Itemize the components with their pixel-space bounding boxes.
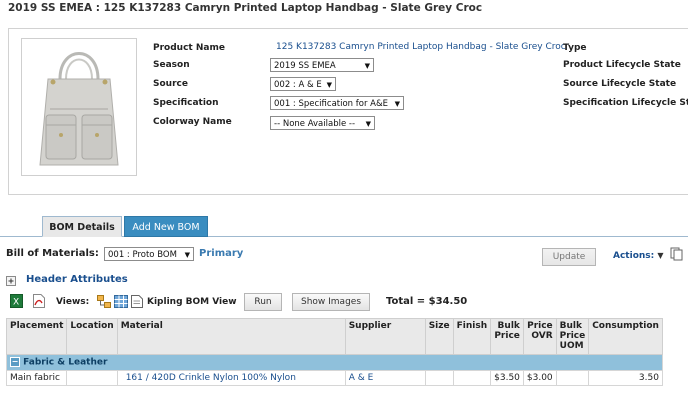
source-select[interactable]: 002 : A & E ▼: [270, 77, 336, 91]
dropdown-arrow-icon: ▼: [364, 62, 370, 70]
source-label: Source: [153, 79, 188, 89]
col-placement[interactable]: Placement: [5, 318, 68, 355]
tab-bom-details[interactable]: BOM Details: [42, 216, 122, 237]
group-row-fabric-leather[interactable]: − Fabric & Leather: [6, 354, 663, 371]
source-select-value: 002 : A & E: [274, 80, 322, 90]
table-row[interactable]: Main fabric 161 / 420D Crinkle Nylon 100…: [5, 369, 663, 386]
view-grid-icon[interactable]: [114, 295, 128, 311]
pdf-export-icon[interactable]: [33, 294, 45, 311]
col-consumption[interactable]: Consumption: [588, 318, 663, 355]
copy-page-icon[interactable]: [670, 247, 684, 264]
bom-select-value: 001 : Proto BOM: [108, 250, 177, 260]
material-link[interactable]: 161 / 420D Crinkle Nylon 100% Nylon: [126, 373, 296, 383]
cell-finish: [452, 369, 492, 386]
primary-label: Primary: [199, 248, 244, 259]
handbag-image: [39, 52, 119, 166]
table-header-row: Placement Location Material Supplier Siz…: [5, 318, 663, 355]
tab-add-new-bom[interactable]: Add New BOM: [124, 216, 208, 237]
dropdown-arrow-icon: ▼: [184, 251, 190, 259]
bom-total: Total = $34.50: [386, 296, 468, 307]
cell-location: [66, 369, 118, 386]
col-finish[interactable]: Finish: [452, 318, 492, 355]
view-tree-icon[interactable]: [97, 295, 111, 311]
colorway-label: Colorway Name: [153, 117, 232, 127]
actions-menu[interactable]: Actions: ▼: [613, 251, 664, 261]
cell-supplier[interactable]: A & E: [344, 369, 426, 386]
colorway-select[interactable]: -- None Available -- ▼: [270, 116, 375, 130]
col-size[interactable]: Size: [424, 318, 454, 355]
show-images-button[interactable]: Show Images: [292, 293, 370, 311]
selected-view-name: Kipling BOM View: [147, 297, 237, 307]
excel-export-icon[interactable]: X: [10, 294, 23, 311]
col-supplier[interactable]: Supplier: [344, 318, 426, 355]
expand-plus-icon[interactable]: [6, 276, 16, 289]
cell-bulk-price: $3.50: [490, 369, 524, 386]
colorway-select-value: -- None Available --: [274, 119, 356, 129]
specification-lifecycle-label: Specification Lifecycle State: [563, 98, 688, 108]
header-attributes-link[interactable]: Header Attributes: [26, 274, 128, 285]
col-material[interactable]: Material: [116, 318, 346, 355]
cell-consumption: 3.50: [588, 369, 663, 386]
run-button[interactable]: Run: [244, 293, 282, 311]
cell-size: [424, 369, 454, 386]
bom-table: Placement Location Material Supplier Siz…: [5, 318, 663, 386]
cell-material[interactable]: 161 / 420D Crinkle Nylon 100% Nylon: [116, 369, 346, 386]
product-name-label: Product Name: [153, 43, 225, 53]
cell-placement: Main fabric: [5, 369, 68, 386]
page-title: 2019 SS EMEA : 125 K137283 Camryn Printe…: [8, 2, 483, 14]
col-price-ovr[interactable]: Price OVR: [522, 318, 557, 355]
col-bulk-price-uom[interactable]: Bulk Price UOM: [555, 318, 590, 355]
specification-label: Specification: [153, 98, 219, 108]
cell-bulk-price-uom: [555, 369, 590, 386]
dropdown-arrow-icon: ▼: [394, 100, 400, 108]
specification-select[interactable]: 001 : Specification for A&E ▼: [270, 96, 404, 110]
product-lifecycle-label: Product Lifecycle State: [563, 60, 681, 70]
bom-label: Bill of Materials:: [6, 248, 99, 259]
product-image: [21, 38, 137, 176]
update-button[interactable]: Update: [542, 248, 596, 266]
col-bulk-price[interactable]: Bulk Price: [490, 318, 524, 355]
season-select[interactable]: 2019 SS EMEA ▼: [270, 58, 374, 72]
bom-select[interactable]: 001 : Proto BOM ▼: [104, 247, 194, 261]
season-select-value: 2019 SS EMEA: [274, 61, 336, 71]
group-label: Fabric & Leather: [23, 357, 108, 368]
cell-price-ovr: $3.00: [522, 369, 557, 386]
actions-label: Actions:: [613, 251, 655, 261]
product-name-link[interactable]: 125 K137283 Camryn Printed Laptop Handba…: [276, 42, 566, 52]
season-label: Season: [153, 60, 190, 70]
col-location[interactable]: Location: [66, 318, 118, 355]
specification-select-value: 001 : Specification for A&E: [274, 99, 388, 109]
dropdown-arrow-icon: ▼: [326, 81, 332, 89]
views-label: Views:: [56, 297, 90, 307]
svg-text:X: X: [13, 298, 19, 308]
source-lifecycle-label: Source Lifecycle State: [563, 79, 677, 89]
type-label: Type: [563, 43, 587, 53]
view-document-icon[interactable]: [131, 295, 143, 311]
dropdown-arrow-icon: ▼: [365, 120, 371, 128]
collapse-minus-icon[interactable]: −: [10, 357, 20, 367]
actions-dropdown-arrow-icon: ▼: [657, 251, 664, 260]
supplier-link[interactable]: A & E: [349, 373, 374, 383]
